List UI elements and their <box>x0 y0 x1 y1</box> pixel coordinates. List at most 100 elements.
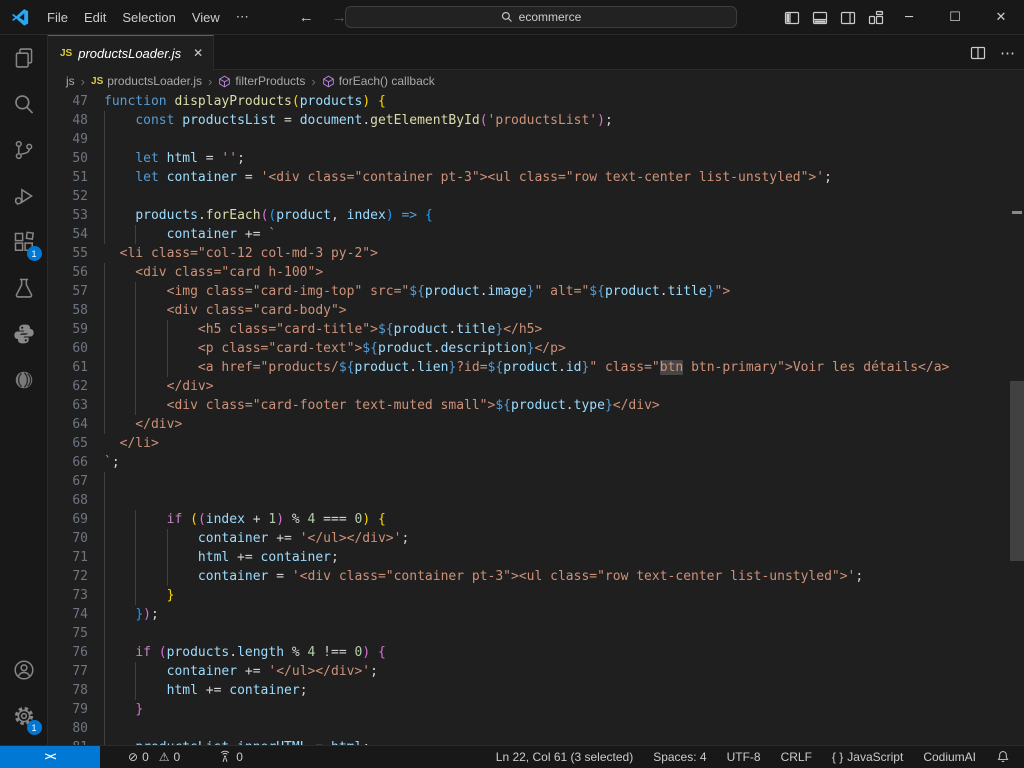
code-line[interactable]: 76 if (products.length % 4 !== 0) { <box>48 643 1010 662</box>
line-number: 75 <box>48 624 88 643</box>
code-line[interactable]: 77 container += '</ul></div>'; <box>48 662 1010 681</box>
accounts-icon[interactable] <box>0 647 48 693</box>
notifications-bell[interactable] <box>990 746 1016 768</box>
code-token: if <box>135 645 158 660</box>
database-icon[interactable] <box>0 357 48 403</box>
code-line[interactable]: 57 <img class="card-img-top" src="${prod… <box>48 282 1010 301</box>
search-sidebar-icon[interactable] <box>0 81 48 127</box>
cursor-position[interactable]: Ln 22, Col 61 (3 selected) <box>490 746 639 768</box>
source-control-icon[interactable] <box>0 127 48 173</box>
vertical-scrollbar[interactable] <box>1010 381 1024 561</box>
code-token <box>104 550 198 565</box>
codiumai-indicator[interactable]: CodiumAI <box>917 746 982 768</box>
ports-indicator[interactable]: 0 <box>212 746 249 768</box>
code-line[interactable]: 52 <box>48 187 1010 206</box>
code-line[interactable]: 51 let container = '<div class="containe… <box>48 168 1010 187</box>
code-token: ) <box>597 113 605 128</box>
extensions-icon[interactable]: 1 <box>0 219 48 265</box>
code-line[interactable]: 55 <li class="col-12 col-md-3 py-2"> <box>48 244 1010 263</box>
settings-gear-icon[interactable]: 1 <box>0 693 48 739</box>
indentation-indicator[interactable]: Spaces: 4 <box>647 746 712 768</box>
eol-indicator[interactable]: CRLF <box>775 746 818 768</box>
indent-guide <box>104 700 105 719</box>
code-line[interactable]: 71 html += container; <box>48 548 1010 567</box>
code-line[interactable]: 75 <box>48 624 1010 643</box>
code-token: container <box>167 664 237 679</box>
code-line[interactable]: 69 if ((index + 1) % 4 === 0) { <box>48 510 1010 529</box>
command-center-search[interactable]: ecommerce <box>345 6 737 28</box>
code-line[interactable]: 70 container += '</ul></div>'; <box>48 529 1010 548</box>
python-icon[interactable] <box>0 311 48 357</box>
code-line[interactable]: 73 } <box>48 586 1010 605</box>
code-line[interactable]: 66`; <box>48 453 1010 472</box>
run-debug-icon[interactable] <box>0 173 48 219</box>
breadcrumb-symbol-foreach-callback[interactable]: forEach() callback <box>322 74 435 88</box>
code-line[interactable]: 65 </li> <box>48 434 1010 453</box>
close-button[interactable]: ✕ <box>978 0 1024 35</box>
menu-view[interactable]: View <box>184 6 228 29</box>
toggle-sidebar-icon[interactable] <box>784 10 800 26</box>
line-number: 74 <box>48 605 88 624</box>
toggle-panel-icon[interactable] <box>812 10 828 26</box>
breadcrumb-file[interactable]: JS productsLoader.js <box>91 74 202 88</box>
code-line[interactable]: 64 </div> <box>48 415 1010 434</box>
code-line[interactable]: 49 <box>48 130 1010 149</box>
code-line[interactable]: 60 <p class="card-text">${product.descri… <box>48 339 1010 358</box>
code-line[interactable]: 59 <h5 class="card-title">${product.titl… <box>48 320 1010 339</box>
menu-more[interactable]: ⋯ <box>228 5 257 29</box>
code-line[interactable]: 53 products.forEach((product, index) => … <box>48 206 1010 225</box>
split-editor-icon[interactable] <box>970 45 986 61</box>
code-token: { <box>378 512 386 527</box>
line-number: 79 <box>48 700 88 719</box>
minimize-button[interactable]: ─ <box>886 0 932 35</box>
explorer-icon[interactable] <box>0 35 48 81</box>
code-line[interactable]: 47function displayProducts(products) { <box>48 92 1010 111</box>
indent-guide <box>104 206 105 225</box>
code-token: ; <box>401 531 409 546</box>
line-number: 72 <box>48 567 88 586</box>
code-line[interactable]: 54 container += ` <box>48 225 1010 244</box>
code-line[interactable]: 67 <box>48 472 1010 491</box>
code-token: ?id= <box>456 360 487 375</box>
menu-file[interactable]: File <box>39 6 76 29</box>
maximize-button[interactable]: ☐ <box>932 0 978 35</box>
nav-back-icon[interactable]: ← <box>299 9 314 26</box>
line-number: 52 <box>48 187 88 206</box>
problems-indicator[interactable]: ⊘ 0 ⚠ 0 <box>122 746 186 768</box>
code-line[interactable]: 78 html += container; <box>48 681 1010 700</box>
code-line[interactable]: 72 container = '<div class="container pt… <box>48 567 1010 586</box>
tab-close-icon[interactable]: ✕ <box>193 46 203 60</box>
customize-layout-icon[interactable] <box>868 10 884 26</box>
code-line[interactable]: 62 </div> <box>48 377 1010 396</box>
code-editor[interactable]: 47function displayProducts(products) {48… <box>48 92 1024 745</box>
language-indicator[interactable]: { } JavaScript <box>826 746 909 768</box>
code-token: <div class="card h-100"> <box>104 265 323 280</box>
testing-icon[interactable] <box>0 265 48 311</box>
code-line[interactable]: 80 <box>48 719 1010 738</box>
code-line[interactable]: 58 <div class="card-body"> <box>48 301 1010 320</box>
menu-edit[interactable]: Edit <box>76 6 114 29</box>
code-line[interactable]: 79 } <box>48 700 1010 719</box>
code-token: ; <box>824 170 832 185</box>
breadcrumb-symbol-filterproducts[interactable]: filterProducts <box>218 74 305 88</box>
code-line[interactable]: 48 const productsList = document.getElem… <box>48 111 1010 130</box>
code-line[interactable]: 61 <a href="products/${product.lien}?id=… <box>48 358 1010 377</box>
line-number: 47 <box>48 92 88 111</box>
editor-more-actions-icon[interactable]: ⋯ <box>1000 44 1016 62</box>
menu-selection[interactable]: Selection <box>114 6 183 29</box>
encoding-indicator[interactable]: UTF-8 <box>721 746 767 768</box>
code-token: description <box>441 341 527 356</box>
code-line[interactable]: 81 productsList.innerHTML = html; <box>48 738 1010 745</box>
code-line[interactable]: 68 <box>48 491 1010 510</box>
breadcrumb-folder[interactable]: js <box>66 74 75 88</box>
tab-productsloader[interactable]: JS productsLoader.js ✕ <box>48 35 214 70</box>
remote-indicator[interactable]: >< <box>0 746 100 768</box>
code-line[interactable]: 56 <div class="card h-100"> <box>48 263 1010 282</box>
code-token: } <box>707 284 715 299</box>
code-token: <a href="products/ <box>104 360 339 375</box>
code-line[interactable]: 74 }); <box>48 605 1010 624</box>
line-number: 49 <box>48 130 88 149</box>
toggle-secondary-sidebar-icon[interactable] <box>840 10 856 26</box>
code-line[interactable]: 50 let html = ''; <box>48 149 1010 168</box>
code-line[interactable]: 63 <div class="card-footer text-muted sm… <box>48 396 1010 415</box>
